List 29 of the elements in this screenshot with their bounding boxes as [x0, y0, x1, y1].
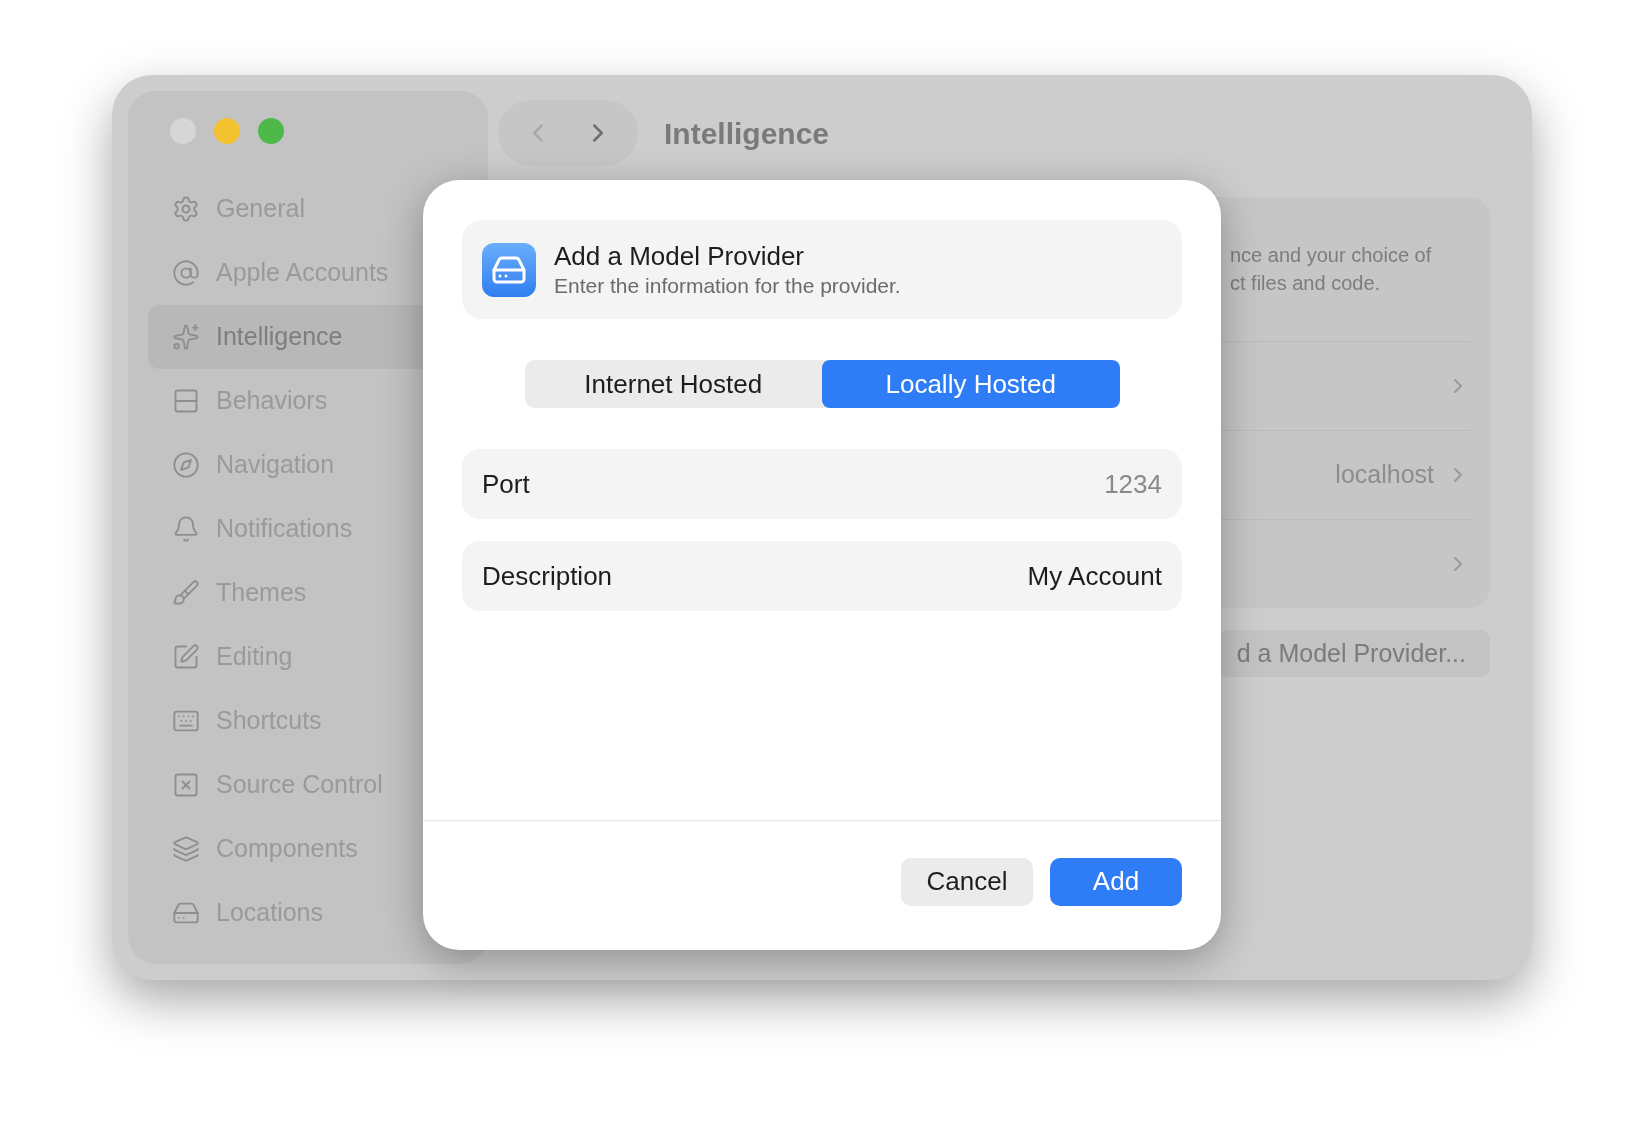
pen-square-icon — [172, 643, 200, 671]
input-field[interactable]: My Account — [612, 556, 1162, 596]
segment[interactable]: Internet Hosted — [524, 360, 822, 408]
dialog-title: Add a Model Provider — [554, 239, 806, 272]
field-label: Description — [482, 559, 613, 593]
compass-icon — [172, 451, 200, 479]
cancel-button[interactable]: Cancel — [901, 857, 1033, 906]
form-field[interactable]: Description My Account — [462, 541, 1182, 611]
add-button[interactable]: Add — [1050, 857, 1182, 906]
description-text: nce and your choice of — [1230, 243, 1433, 268]
minimize-light[interactable] — [214, 118, 240, 144]
rows-icon — [172, 387, 200, 415]
form-field[interactable]: Port 1234 — [462, 449, 1182, 519]
field-label: Port — [482, 467, 530, 501]
description-text: ct files and code. — [1230, 271, 1382, 296]
drive-icon — [482, 242, 536, 297]
dialog-subtitle: Enter the information for the provider. — [554, 272, 901, 299]
window-title: Intelligence — [664, 115, 830, 152]
square-x-icon — [172, 771, 200, 799]
layers-icon — [172, 835, 200, 863]
brush-icon — [172, 579, 200, 607]
zoom-light[interactable] — [258, 118, 284, 144]
row-value: localhost — [1335, 459, 1434, 491]
gear-icon — [172, 195, 200, 223]
segment[interactable]: Locally Hosted — [822, 360, 1120, 408]
bell-icon — [172, 515, 200, 543]
at-sign-icon — [172, 259, 200, 287]
input-field[interactable]: 1234 — [529, 464, 1162, 504]
sparkle-icon — [172, 323, 200, 351]
